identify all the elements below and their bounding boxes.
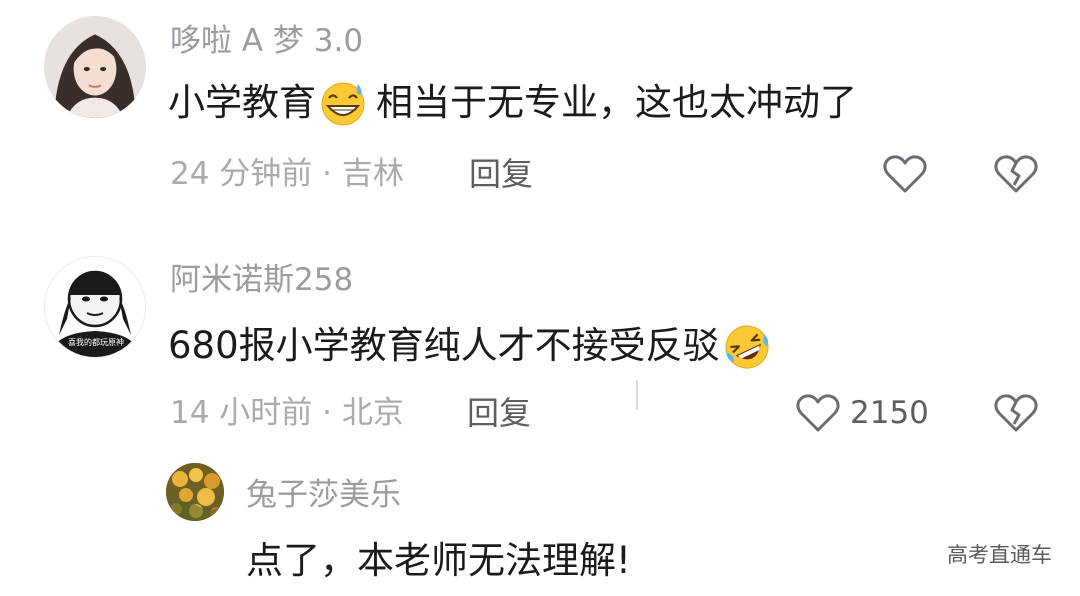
reply-text: 点了，本老师无法理解! [246,536,631,586]
avatar[interactable] [44,16,146,118]
username[interactable]: 哆啦 A 梦 3.0 [170,21,363,61]
comment-meta: 24 分钟前 · 吉林 [170,156,404,192]
reply-button[interactable]: 回复 [467,393,531,433]
broken-heart-icon[interactable] [993,392,1039,434]
rolling-laughing-emoji [722,321,778,371]
avatar[interactable] [166,463,224,521]
avatar-caption: 喜我的都玩原神 [68,338,124,347]
like-count: 2150 [850,395,929,431]
username[interactable]: 阿米诺斯258 [170,260,353,300]
watermark: 高考直通车 [947,543,1052,567]
divider [636,380,638,410]
comment-text-part: 小学教育 [168,81,316,124]
broken-heart-icon[interactable] [993,153,1039,195]
username[interactable]: 兔子莎美乐 [246,475,401,515]
comment-text: 小学教育 相当于无专业，这也太冲动了 [168,78,857,128]
comment-text: 680报小学教育纯人才不接受反驳 [168,321,780,371]
comment-text-part: 680报小学教育纯人才不接受反驳 [168,324,720,367]
reply-button[interactable]: 回复 [469,154,533,194]
heart-outline-icon[interactable] [882,153,928,195]
comment-meta: 14 小时前 · 北京 [170,395,404,431]
avatar[interactable]: 喜我的都玩原神 [44,256,146,358]
reply-text-part: 点了，本老师无法理解! [246,539,631,582]
comment-text-part: 相当于无专业，这也太冲动了 [376,81,857,124]
heart-outline-icon[interactable] [795,392,841,434]
grinning-sweat-emoji [318,78,374,128]
